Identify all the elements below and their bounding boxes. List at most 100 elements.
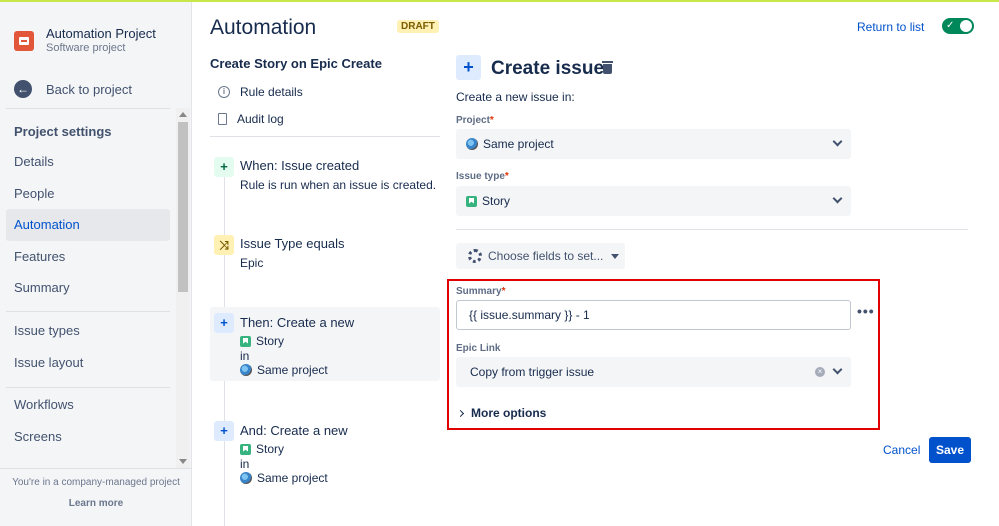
story-icon — [240, 443, 251, 455]
return-to-list-link[interactable]: Return to list — [857, 20, 924, 34]
required-mark: * — [501, 286, 506, 297]
issue-type-field-label: Issue type* — [456, 171, 509, 182]
step-description: Rule is run when an issue is created. — [240, 178, 437, 192]
required-mark: * — [489, 115, 494, 126]
issue-type: Story — [256, 442, 285, 456]
in-text: in — [240, 349, 250, 363]
epic-link-select[interactable]: Copy from trigger issue × — [456, 357, 851, 387]
sidebar: Automation Project Software project ← Ba… — [0, 2, 192, 526]
scroll-thumb[interactable] — [178, 122, 188, 292]
project-avatar-icon — [14, 30, 34, 51]
project-globe-icon — [240, 364, 252, 376]
learn-more-link[interactable]: Learn more — [69, 498, 123, 509]
project-field-label: Project* — [456, 115, 494, 126]
action-step[interactable]: + And: Create a new Story in Same projec… — [210, 421, 440, 491]
project-value: Same project — [257, 363, 328, 377]
company-managed-text: You're in a company-managed project — [12, 477, 180, 488]
more-options-toggle[interactable]: More options — [456, 406, 547, 420]
sidebar-item-features[interactable]: Features — [6, 241, 170, 273]
story-icon — [240, 335, 251, 347]
project-label-text: Project — [456, 115, 490, 126]
plus-icon: + — [214, 421, 234, 441]
info-icon: i — [218, 86, 230, 98]
sidebar-item-automation[interactable]: Automation — [6, 209, 170, 241]
save-button[interactable]: Save — [929, 437, 971, 463]
project-line: Same project — [240, 363, 328, 377]
document-icon — [218, 113, 227, 125]
trash-icon[interactable] — [602, 61, 613, 74]
rule-details-link[interactable]: i Rule details — [218, 85, 303, 99]
step-title: Issue Type equals — [240, 236, 345, 251]
step-title: When: Issue created — [240, 158, 360, 173]
project-settings-heading: Project settings — [14, 124, 112, 139]
epic-link-field-label: Epic Link — [456, 343, 501, 354]
cancel-button[interactable]: Cancel — [879, 441, 924, 459]
shuffle-icon: ⤨ — [214, 235, 234, 255]
chevron-down-icon — [832, 193, 843, 204]
sidebar-item-workflows[interactable]: Workflows — [6, 389, 170, 421]
condition-value: Epic — [240, 256, 264, 270]
choose-fields-button[interactable]: Choose fields to set... — [456, 243, 625, 269]
summary-label-text: Summary — [456, 286, 502, 297]
plus-icon: + — [214, 313, 234, 333]
divider — [456, 229, 968, 230]
sidebar-item-issue-types[interactable]: Issue types — [6, 315, 170, 347]
toggle-knob — [960, 20, 972, 32]
step-title: Then: Create a new — [240, 315, 355, 330]
divider — [210, 136, 440, 137]
project-type: Software project — [46, 42, 126, 54]
audit-log-link[interactable]: Audit log — [218, 112, 284, 126]
issue-type-select[interactable]: Story — [456, 186, 851, 216]
rule-enabled-toggle[interactable]: ✓ — [942, 18, 974, 34]
condition-step[interactable]: ⤨ Issue Type equals Epic — [210, 235, 440, 275]
panel-title: Create issue — [491, 58, 605, 79]
gear-icon — [468, 249, 482, 263]
issue-type-line: Story — [240, 442, 284, 456]
sidebar-item-screens[interactable]: Screens — [6, 421, 170, 453]
chevron-down-icon — [832, 364, 843, 375]
back-to-project-link[interactable]: ← Back to project — [14, 80, 132, 98]
sidebar-scrollbar[interactable] — [176, 108, 190, 468]
sidebar-item-summary[interactable]: Summary — [6, 272, 170, 304]
trigger-step[interactable]: + When: Issue created Rule is run when a… — [210, 157, 440, 197]
check-icon: ✓ — [946, 20, 955, 31]
sidebar-item-people[interactable]: People — [6, 178, 170, 210]
scroll-up-arrow-icon[interactable] — [179, 112, 187, 117]
plus-icon: + — [456, 55, 481, 80]
rule-name: Create Story on Epic Create — [210, 56, 382, 71]
epic-link-value: Copy from trigger issue — [470, 365, 595, 379]
sidebar-item-details[interactable]: Details — [6, 146, 170, 178]
story-icon — [466, 195, 477, 207]
project-select-value: Same project — [483, 137, 554, 151]
plus-icon: + — [214, 157, 234, 177]
clear-icon[interactable]: × — [815, 367, 825, 377]
more-actions-icon[interactable]: ••• — [857, 304, 875, 321]
sidebar-footer: You're in a company-managed project Lear… — [0, 468, 192, 526]
divider — [6, 311, 170, 312]
action-step-selected[interactable]: + Then: Create a new Story in Same proje… — [210, 307, 440, 381]
required-mark: * — [504, 171, 509, 182]
project-header[interactable]: Automation Project Software project — [14, 26, 156, 55]
scroll-down-arrow-icon[interactable] — [179, 459, 187, 464]
sidebar-item-issue-layout[interactable]: Issue layout — [6, 347, 170, 379]
project-globe-icon — [240, 472, 252, 484]
issue-type: Story — [256, 334, 285, 348]
project-value: Same project — [257, 471, 328, 485]
trash-body — [603, 64, 612, 74]
create-in-text: Create a new issue in: — [456, 90, 575, 104]
more-options-label: More options — [471, 406, 547, 420]
back-label: Back to project — [46, 81, 132, 97]
issue-type-line: Story — [240, 334, 284, 348]
rule-details-label: Rule details — [240, 85, 303, 99]
audit-log-label: Audit log — [237, 112, 284, 126]
chevron-right-icon — [456, 409, 465, 417]
project-select[interactable]: Same project — [456, 129, 851, 159]
chevron-down-icon — [832, 136, 843, 147]
summary-input[interactable]: {{ issue.summary }} - 1 — [456, 300, 851, 330]
project-name: Automation Project — [46, 26, 156, 41]
divider — [6, 387, 170, 388]
divider — [6, 108, 170, 109]
draft-badge: DRAFT — [397, 20, 439, 33]
trash-lid — [602, 61, 613, 63]
arrow-left-icon: ← — [14, 80, 32, 98]
